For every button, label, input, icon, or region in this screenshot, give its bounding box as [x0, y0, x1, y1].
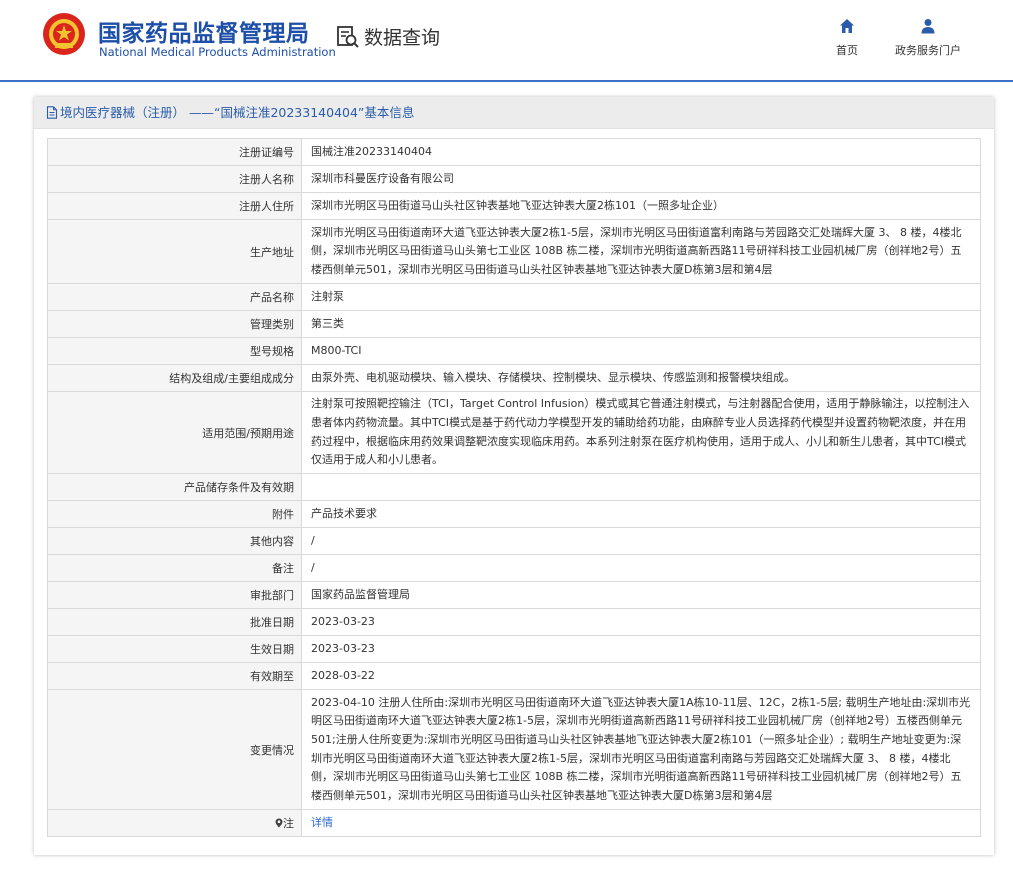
row-label: 适用范围/预期用途 — [47, 391, 302, 474]
national-emblem-icon — [43, 13, 85, 55]
panel-title-bar: 境内医疗器械（注册） ——“国械注准20233140404”基本信息 — [34, 97, 994, 129]
table-row: 产品储存条件及有效期 — [47, 473, 981, 501]
row-value: 2023-03-23 — [301, 635, 981, 663]
nav-portal-label: 政务服务门户 — [895, 44, 961, 57]
document-search-icon — [337, 25, 359, 48]
table-row: 生效日期 2023-03-23 — [47, 635, 981, 663]
nav-service-portal[interactable]: 政务服务门户 — [888, 18, 968, 58]
note-label-text: 注 — [283, 817, 294, 830]
row-value: 2028-03-22 — [301, 662, 981, 690]
row-label: 型号规格 — [47, 337, 302, 365]
table-row: 备注 / — [47, 554, 981, 582]
row-label: 产品名称 — [47, 283, 302, 311]
row-value: 由泵外壳、电机驱动模块、输入模块、存储模块、控制模块、显示模块、传感监测和报警模… — [301, 364, 981, 392]
table-row: 审批部门 国家药品监督管理局 — [47, 581, 981, 609]
detail-table: 注册证编号 国械注准20233140404 注册人名称 深圳市科曼医疗设备有限公… — [47, 138, 981, 837]
row-value — [301, 473, 981, 501]
document-icon — [46, 106, 58, 119]
row-value: 注射泵可按照靶控输注（TCI，Target Control Infusion）模… — [301, 391, 981, 474]
table-row: 生产地址 深圳市光明区马田街道南环大道飞亚达钟表大厦2栋1-5层，深圳市光明区马… — [47, 219, 981, 284]
panel-title: 境内医疗器械（注册） ——“国械注准20233140404”基本信息 — [60, 104, 415, 120]
table-row: 适用范围/预期用途 注射泵可按照靶控输注（TCI，Target Control … — [47, 391, 981, 474]
row-value: 深圳市光明区马田街道南环大道飞亚达钟表大厦2栋1-5层，深圳市光明区马田街道富利… — [301, 219, 981, 284]
row-label: 备注 — [47, 554, 302, 582]
table-row: 注册证编号 国械注准20233140404 — [47, 138, 981, 166]
row-label: 管理类别 — [47, 310, 302, 338]
table-row: 注 详情 — [47, 809, 981, 837]
row-value: 国械注准20233140404 — [301, 138, 981, 166]
row-label-note: 注 — [47, 809, 302, 837]
row-label: 附件 — [47, 500, 302, 528]
table-row: 变更情况 2023-04-10 注册人住所由:深圳市光明区马田街道南环大道飞亚达… — [47, 689, 981, 810]
user-icon — [921, 19, 935, 34]
detail-table-wrap: 注册证编号 国械注准20233140404 注册人名称 深圳市科曼医疗设备有限公… — [47, 138, 981, 837]
table-row: 产品名称 注射泵 — [47, 283, 981, 311]
table-row: 型号规格 M800-TCI — [47, 337, 981, 365]
row-value: 深圳市科曼医疗设备有限公司 — [301, 165, 981, 193]
row-label: 产品储存条件及有效期 — [47, 473, 302, 501]
data-query-heading: 数据查询 — [336, 23, 440, 50]
table-row: 批准日期 2023-03-23 — [47, 608, 981, 636]
nav-home[interactable]: 首页 — [807, 18, 887, 58]
location-pin-icon — [275, 818, 283, 828]
table-row: 管理类别 第三类 — [47, 310, 981, 338]
agency-name-cn[interactable]: 国家药品监督管理局 — [98, 14, 310, 48]
row-label: 生产地址 — [47, 219, 302, 284]
row-value: / — [301, 554, 981, 582]
table-row: 其他内容 / — [47, 527, 981, 555]
agency-name-en[interactable]: National Medical Products Administration — [99, 45, 336, 59]
table-row: 有效期至 2028-03-22 — [47, 662, 981, 690]
row-value: 产品技术要求 — [301, 500, 981, 528]
home-icon — [840, 19, 854, 33]
row-label: 注册证编号 — [47, 138, 302, 166]
site-header: 国家药品监督管理局 National Medical Products Admi… — [0, 0, 1013, 82]
row-label: 审批部门 — [47, 581, 302, 609]
detail-panel: 境内医疗器械（注册） ——“国械注准20233140404”基本信息 注册证编号… — [34, 97, 994, 855]
details-link[interactable]: 详情 — [311, 816, 333, 829]
table-row: 结构及组成/主要组成成分 由泵外壳、电机驱动模块、输入模块、存储模块、控制模块、… — [47, 364, 981, 392]
row-value: 第三类 — [301, 310, 981, 338]
table-row: 注册人名称 深圳市科曼医疗设备有限公司 — [47, 165, 981, 193]
table-row: 附件 产品技术要求 — [47, 500, 981, 528]
nav-home-label: 首页 — [836, 44, 858, 57]
row-value-note: 详情 — [301, 809, 981, 837]
row-label: 变更情况 — [47, 689, 302, 810]
row-label: 有效期至 — [47, 662, 302, 690]
row-label: 注册人名称 — [47, 165, 302, 193]
row-value: / — [301, 527, 981, 555]
row-label: 批准日期 — [47, 608, 302, 636]
row-label: 生效日期 — [47, 635, 302, 663]
data-query-title: 数据查询 — [364, 27, 441, 49]
row-value: 注射泵 — [301, 283, 981, 311]
row-value: M800-TCI — [301, 337, 981, 365]
row-label: 其他内容 — [47, 527, 302, 555]
table-row: 注册人住所 深圳市光明区马田街道马山头社区钟表基地飞亚达钟表大厦2栋101（一照… — [47, 192, 981, 220]
row-value: 2023-03-23 — [301, 608, 981, 636]
row-value: 国家药品监督管理局 — [301, 581, 981, 609]
row-label: 结构及组成/主要组成成分 — [47, 364, 302, 392]
row-value: 2023-04-10 注册人住所由:深圳市光明区马田街道南环大道飞亚达钟表大厦1… — [301, 689, 981, 810]
row-value: 深圳市光明区马田街道马山头社区钟表基地飞亚达钟表大厦2栋101（一照多址企业） — [301, 192, 981, 220]
row-label: 注册人住所 — [47, 192, 302, 220]
